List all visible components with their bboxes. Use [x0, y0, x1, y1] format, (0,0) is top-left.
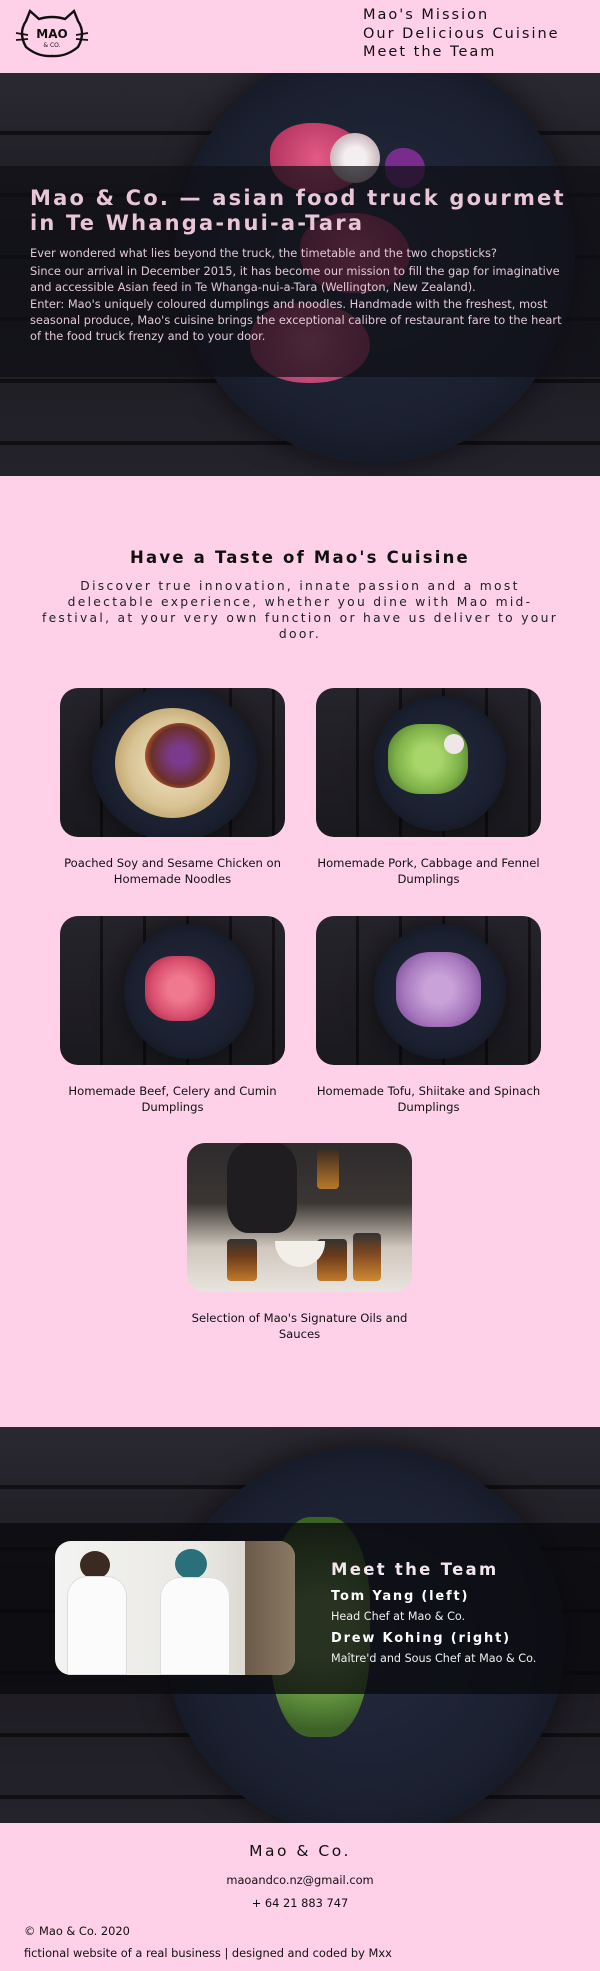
lotus-slice	[444, 734, 464, 754]
member-role: Head Chef at Mao & Co.	[331, 1610, 466, 1623]
dish-caption: Poached Soy and Sesame Chicken on Homema…	[64, 856, 281, 886]
hero-title: Mao & Co. — asian food truck gourmet in …	[30, 186, 566, 235]
svg-text:& CO.: & CO.	[43, 42, 60, 49]
chef-head-right	[175, 1549, 207, 1579]
chef-left	[67, 1576, 127, 1675]
chef-right	[160, 1577, 230, 1675]
main-nav: Mao's Mission Our Delicious Cuisine Meet…	[363, 6, 560, 62]
dish-card: Poached Soy and Sesame Chicken on Homema…	[60, 688, 285, 887]
footer-email-link[interactable]: maoandco.nz@gmail.com	[0, 1873, 600, 1887]
pink-dumplings	[145, 956, 215, 1021]
member-role: Maître'd and Sous Chef at Mao & Co.	[331, 1652, 537, 1665]
member-name: Tom Yang (left)	[331, 1589, 470, 1604]
pork-dumplings-image[interactable]	[316, 688, 541, 837]
beef-dumplings-image[interactable]	[60, 916, 285, 1065]
oil-jar	[227, 1239, 257, 1281]
dish-caption: Selection of Mao's Signature Oils and Sa…	[191, 1311, 408, 1341]
oil-jar-3	[353, 1233, 381, 1281]
dish-card: Homemade Pork, Cabbage and Fennel Dumpli…	[316, 688, 541, 887]
hero-section: Mao & Co. — asian food truck gourmet in …	[0, 73, 600, 476]
footer-brand: Mao & Co.	[249, 1842, 351, 1860]
site-header: MAO & CO. Mao's Mission Our Delicious Cu…	[0, 0, 600, 73]
cuisine-section: Have a Taste of Mao's Cuisine Discover t…	[0, 476, 600, 1427]
nav-item-mission[interactable]: Mao's Mission	[363, 6, 560, 25]
hero-paragraph: Ever wondered what lies beyond the truck…	[30, 246, 497, 260]
chef-arm	[227, 1143, 297, 1233]
sauce-jar	[317, 1149, 339, 1189]
team-section: Meet the Team Tom Yang (left) Head Chef …	[0, 1427, 600, 1823]
tree-trunk	[245, 1541, 295, 1675]
team-heading: Meet the Team	[331, 1560, 499, 1579]
hero-paragraph: Enter: Mao's uniquely coloured dumplings…	[30, 297, 562, 343]
cuisine-heading: Have a Taste of Mao's Cuisine	[130, 548, 470, 567]
hero-overlay: Mao & Co. — asian food truck gourmet in …	[0, 166, 600, 377]
chefs-photo[interactable]	[55, 1541, 295, 1675]
footer-phone-link[interactable]: + 64 21 883 747	[0, 1896, 600, 1910]
footer-copyright: © Mao & Co. 2020	[24, 1924, 130, 1938]
purple-dumplings	[396, 952, 481, 1027]
dish-card: Homemade Beef, Celery and Cumin Dumpling…	[60, 916, 285, 1115]
team-text: Meet the Team Tom Yang (left) Head Chef …	[331, 1560, 536, 1673]
cuisine-intro: Discover true innovation, innate passion…	[41, 579, 559, 641]
mao-cat-logo-icon[interactable]: MAO & CO.	[14, 9, 90, 59]
hero-paragraph: Since our arrival in December 2015, it h…	[30, 263, 560, 294]
dish-card: Selection of Mao's Signature Oils and Sa…	[187, 1143, 412, 1342]
site-footer: Mao & Co. maoandco.nz@gmail.com + 64 21 …	[0, 1823, 600, 1971]
member-name: Drew Kohing (right)	[331, 1631, 511, 1646]
tofu-dumplings-image[interactable]	[316, 916, 541, 1065]
oils-sauces-image[interactable]	[187, 1143, 412, 1292]
chef-head-left	[80, 1551, 110, 1579]
noodles-dish-image[interactable]	[60, 688, 285, 837]
svg-text:MAO: MAO	[36, 27, 67, 41]
footer-credit: fictional website of a real business | d…	[24, 1946, 392, 1960]
dish-caption: Homemade Pork, Cabbage and Fennel Dumpli…	[317, 856, 540, 886]
chicken-topping	[145, 723, 215, 788]
dish-card: Homemade Tofu, Shiitake and Spinach Dump…	[316, 916, 541, 1115]
dish-caption: Homemade Tofu, Shiitake and Spinach Dump…	[316, 1084, 541, 1114]
nav-item-cuisine[interactable]: Our Delicious Cuisine	[363, 25, 560, 44]
dish-caption: Homemade Beef, Celery and Cumin Dumpling…	[68, 1084, 277, 1114]
nav-item-team[interactable]: Meet the Team	[363, 43, 560, 62]
